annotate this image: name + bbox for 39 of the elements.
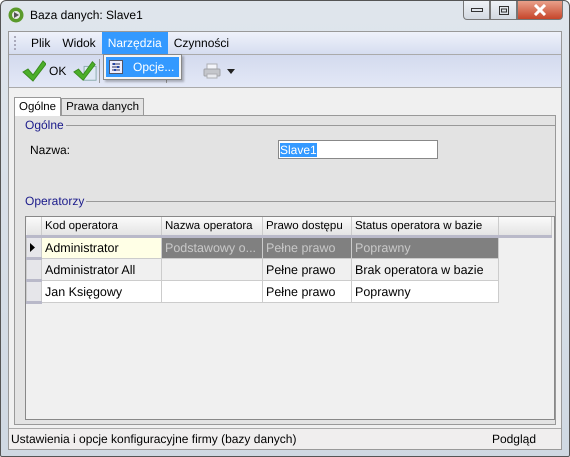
tab[interactable]: Ogólne bbox=[14, 97, 62, 116]
tab[interactable]: Prawa danych bbox=[61, 98, 144, 115]
column-header[interactable]: Kod operatora bbox=[42, 217, 162, 236]
pointer-icon bbox=[30, 243, 35, 252]
column-header[interactable]: Status operatora w bazie bbox=[352, 217, 498, 236]
table-cell: Pełne prawo bbox=[262, 258, 352, 280]
menu-item[interactable]: Widok bbox=[56, 32, 102, 54]
app-icon bbox=[8, 7, 24, 23]
maximize-icon bbox=[498, 6, 508, 14]
column-header[interactable]: Prawo dostępu bbox=[262, 217, 352, 236]
menu-item[interactable]: Plik bbox=[25, 32, 56, 54]
caret-icon[interactable] bbox=[227, 68, 236, 74]
table-cell: Poprawny bbox=[352, 280, 498, 302]
group-title: Ogólne bbox=[25, 118, 64, 132]
settings-icon bbox=[109, 60, 123, 74]
table-cell: Administrator bbox=[42, 236, 162, 258]
status-mode: Podgląd bbox=[492, 432, 536, 446]
column-header[interactable]: Nazwa operatora bbox=[162, 217, 262, 236]
minimize-icon bbox=[470, 7, 482, 13]
table-cell: Jan Księgowy bbox=[42, 280, 162, 302]
row-header[interactable] bbox=[26, 236, 42, 258]
menu-item[interactable]: Czynności bbox=[168, 32, 236, 54]
table-cell: Brak operatora w bazie bbox=[352, 258, 498, 280]
window-title: Baza danych: Slave1 bbox=[30, 8, 143, 22]
maximize-button[interactable] bbox=[490, 1, 517, 20]
status-message: Ustawienia i opcje konfiguracyjne firmy (bazy danych) bbox=[11, 432, 296, 446]
checkmark-icon[interactable] bbox=[22, 60, 46, 82]
close-icon bbox=[533, 4, 547, 16]
field-label: Nazwa: bbox=[30, 142, 72, 156]
close-button[interactable] bbox=[517, 1, 563, 20]
minimize-button[interactable] bbox=[463, 1, 490, 20]
checkmark-document-icon[interactable] bbox=[73, 60, 98, 82]
table-cell: Podstawowy o... bbox=[162, 236, 262, 258]
table-cell: Poprawny bbox=[352, 236, 498, 258]
group-title: Operatorzy bbox=[25, 194, 84, 208]
ok-button[interactable]: OK bbox=[46, 64, 70, 78]
table-cell: Administrator All bbox=[42, 258, 162, 280]
table-cell: Pełne prawo bbox=[262, 236, 352, 258]
table-cell: Pełne prawo bbox=[262, 280, 352, 302]
